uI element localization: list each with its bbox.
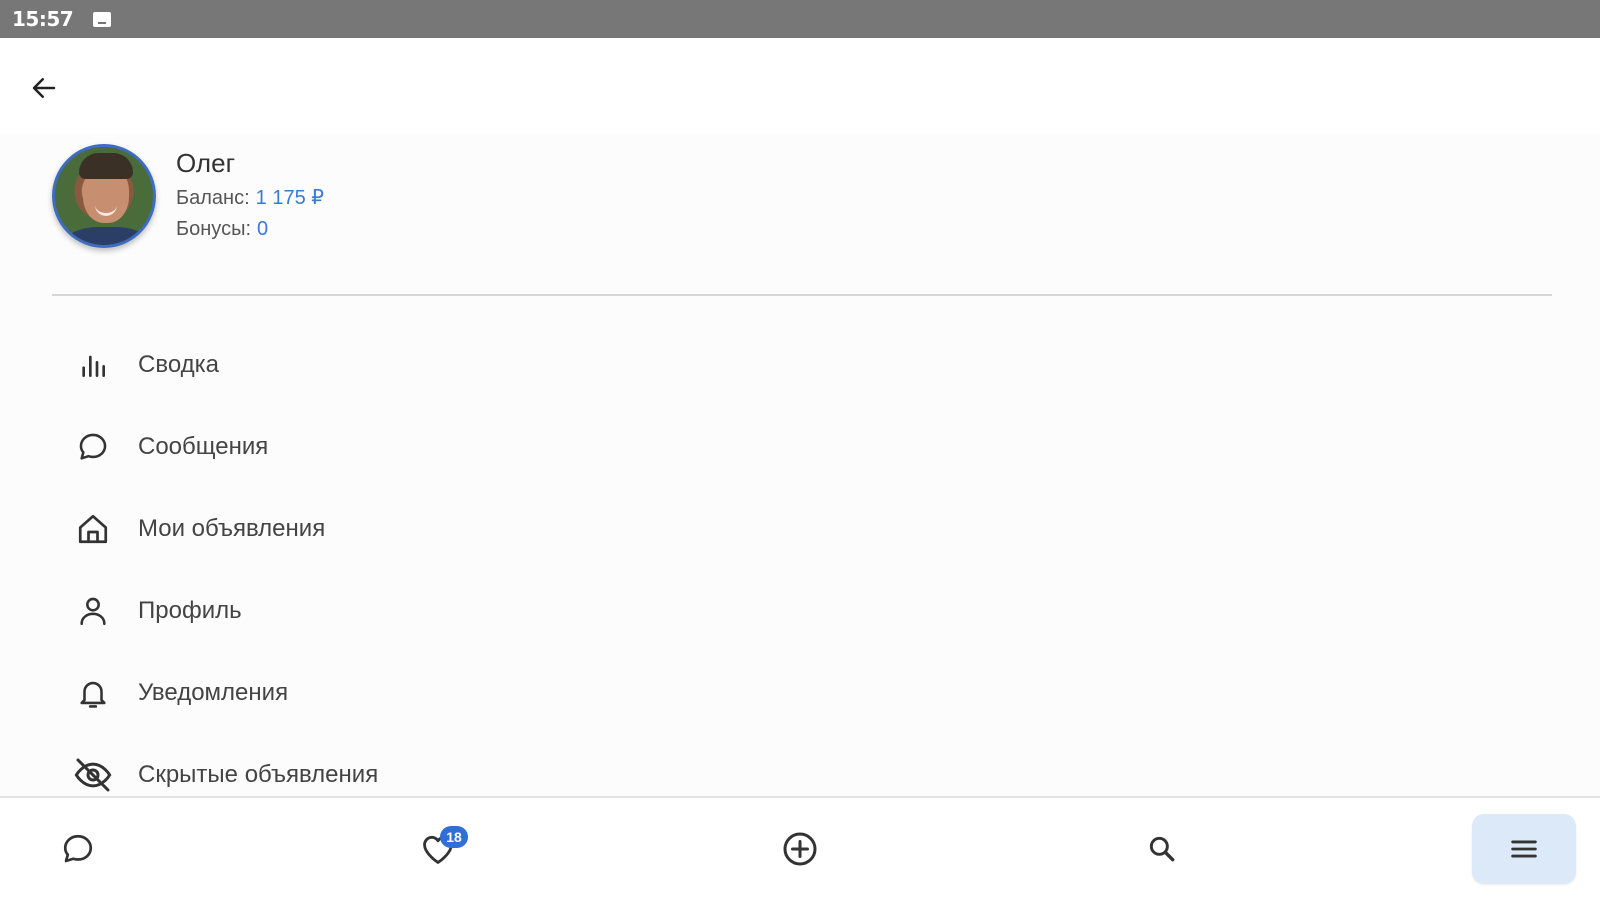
status-bar: 15:57 (0, 0, 1600, 38)
divider (52, 294, 1552, 296)
nav-add-button[interactable] (748, 814, 852, 884)
menu-item-messages[interactable]: Сообщения (70, 406, 870, 488)
eye-off-icon (70, 752, 116, 796)
search-icon (1146, 833, 1178, 865)
menu-icon (1507, 832, 1541, 866)
balance-row: Баланс: 1 175 ₽ (176, 185, 324, 210)
favorites-badge: 18 (440, 826, 468, 848)
profile-name: Олег (176, 148, 236, 178)
arrow-left-icon (29, 73, 59, 103)
menu-item-label: Сводка (138, 351, 220, 378)
nav-search-button[interactable] (1110, 814, 1214, 884)
nav-favorites-button[interactable]: 18 (386, 814, 490, 884)
menu-item-label: Сообщения (138, 433, 269, 460)
menu-item-notifications[interactable]: Уведомления (70, 652, 870, 734)
person-icon (70, 588, 116, 634)
plus-circle-icon (780, 829, 820, 869)
profile-summary[interactable]: Олег Баланс: 1 175 ₽ Бонусы: 0 (52, 144, 324, 254)
chat-bubble-icon (70, 424, 116, 470)
menu-item-label: Мои объявления (138, 515, 326, 542)
balance-label: Баланс: (176, 187, 250, 209)
menu-item-label: Профиль (138, 597, 242, 624)
avatar[interactable] (52, 144, 156, 248)
menu-item-summary[interactable]: Сводка (70, 324, 870, 406)
image-notification-icon (93, 11, 112, 27)
menu-item-my-ads[interactable]: Мои объявления (70, 488, 870, 570)
nav-menu-button[interactable] (1472, 814, 1576, 884)
balance-value[interactable]: 1 175 ₽ (256, 187, 324, 209)
account-menu: Сводка Сообщения Мои объявления Профиль … (70, 324, 870, 796)
menu-item-label: Скрытые объявления (138, 761, 379, 788)
bonus-value[interactable]: 0 (257, 218, 268, 240)
menu-item-label: Уведомления (138, 679, 289, 706)
profile-info: Олег Баланс: 1 175 ₽ Бонусы: 0 (176, 148, 324, 249)
home-icon (70, 506, 116, 552)
menu-item-hidden-ads[interactable]: Скрытые объявления (70, 734, 870, 796)
bonus-label: Бонусы: (176, 218, 251, 240)
status-time: 15:57 (12, 7, 74, 31)
top-app-bar (0, 38, 1600, 134)
account-menu-panel: Олег Баланс: 1 175 ₽ Бонусы: 0 Сводка Со… (0, 134, 1600, 796)
menu-item-profile[interactable]: Профиль (70, 570, 870, 652)
back-button[interactable] (24, 68, 64, 108)
bonus-row: Бонусы: 0 (176, 218, 324, 241)
nav-messages-button[interactable] (26, 814, 130, 884)
chat-bubble-icon (60, 831, 96, 867)
bottom-navigation: 18 (0, 796, 1600, 900)
bell-icon (70, 670, 116, 716)
bar-chart-icon (70, 342, 116, 388)
